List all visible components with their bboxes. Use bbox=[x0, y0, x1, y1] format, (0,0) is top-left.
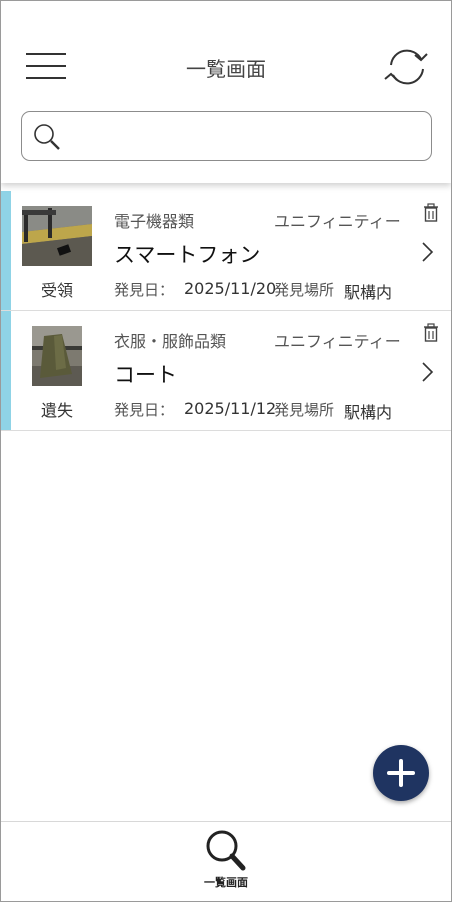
item-category: 衣服・服飾品類 bbox=[114, 332, 227, 351]
item-accent-bar bbox=[1, 311, 11, 430]
item-place-label: 発見場所 bbox=[274, 401, 335, 419]
item-accent-bar bbox=[1, 191, 11, 310]
item-category: 電子機器類 bbox=[114, 212, 195, 231]
list-item[interactable]: 遺失 衣服・服飾品類 ユニフィニティー コート 発見日： 2025/11/12 … bbox=[1, 311, 451, 431]
bottom-nav: 一覧画面 bbox=[1, 821, 451, 901]
search-icon bbox=[206, 830, 246, 871]
item-name: コート bbox=[114, 363, 177, 387]
add-item-button[interactable] bbox=[373, 745, 429, 801]
tab-label: 一覧画面 bbox=[204, 876, 248, 889]
item-store: ユニフィニティー bbox=[274, 332, 401, 351]
chevron-right-icon[interactable] bbox=[419, 361, 435, 383]
item-photo-smartphone bbox=[22, 206, 92, 266]
item-photo-coat bbox=[32, 326, 82, 386]
item-list: 受領 電子機器類 ユニフィニティー スマートフォン 発見日： 2025/11/2… bbox=[1, 191, 451, 431]
tab-list[interactable]: 一覧画面 bbox=[191, 826, 261, 896]
item-date-label: 発見日： bbox=[114, 281, 175, 299]
item-place-label: 発見場所 bbox=[274, 281, 335, 299]
app-frame: 一覧画面 受領 電子機器類 ユニフィニティー スマートフォン 発見日： 2025… bbox=[0, 0, 452, 902]
item-name: スマートフォン bbox=[114, 243, 261, 267]
item-store: ユニフィニティー bbox=[274, 212, 401, 231]
search-input[interactable] bbox=[70, 118, 424, 154]
item-date: 2025/11/12 bbox=[184, 399, 277, 418]
list-item[interactable]: 受領 電子機器類 ユニフィニティー スマートフォン 発見日： 2025/11/2… bbox=[1, 191, 451, 311]
item-date: 2025/11/20 bbox=[184, 279, 277, 298]
chevron-right-icon[interactable] bbox=[419, 241, 435, 263]
header: 一覧画面 bbox=[1, 1, 451, 183]
trash-icon[interactable] bbox=[422, 203, 440, 223]
item-status: 受領 bbox=[40, 281, 73, 300]
search-icon bbox=[34, 124, 60, 150]
trash-icon[interactable] bbox=[422, 323, 440, 343]
item-place: 駅構内 bbox=[344, 403, 393, 422]
refresh-button[interactable] bbox=[381, 45, 433, 89]
item-place: 駅構内 bbox=[344, 283, 393, 302]
item-date-label: 発見日： bbox=[114, 401, 175, 419]
refresh-icon bbox=[384, 49, 428, 85]
item-status: 遺失 bbox=[40, 401, 73, 420]
search-box bbox=[21, 111, 432, 161]
plus-icon bbox=[387, 759, 415, 787]
